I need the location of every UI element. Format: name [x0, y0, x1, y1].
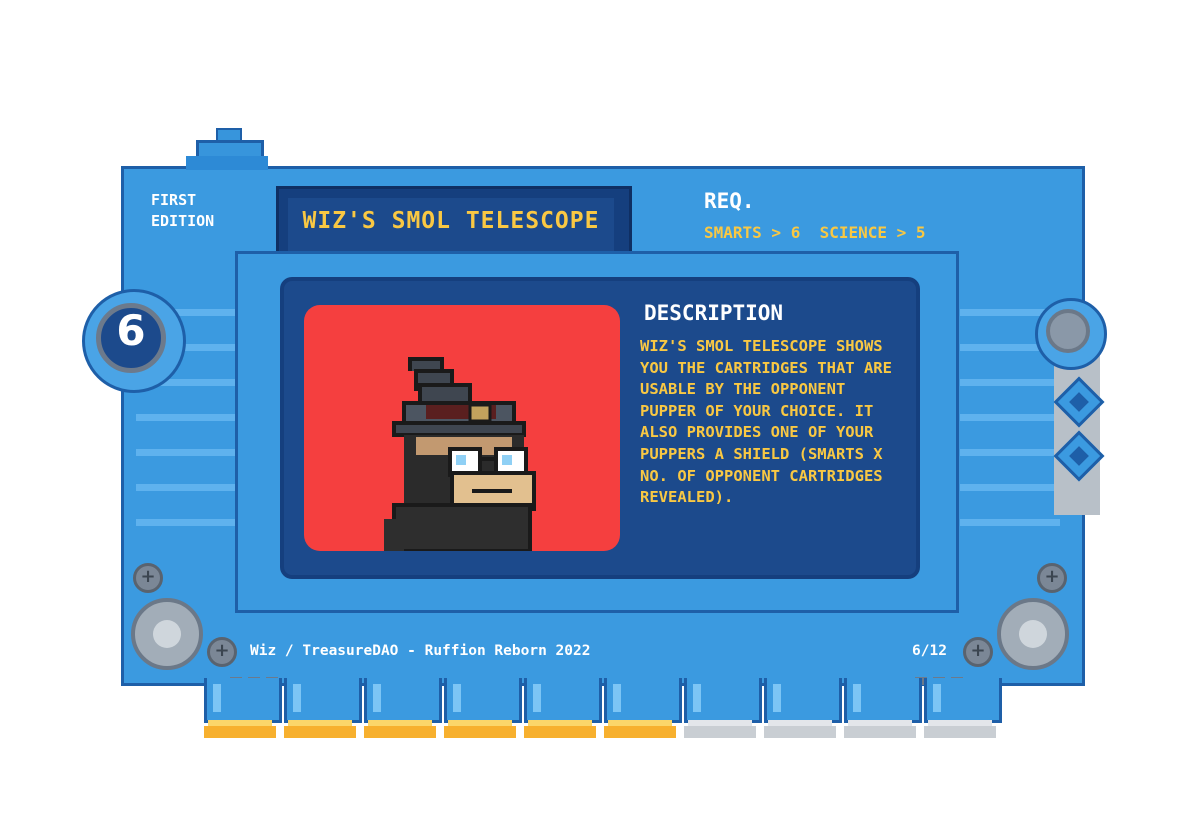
- screw-icon: +: [963, 637, 993, 667]
- requirements-heading: REQ.: [704, 189, 755, 213]
- cartridge-slot: [284, 678, 362, 723]
- side-vent-right: [960, 379, 1060, 386]
- wizard-monkey-icon: [384, 357, 536, 551]
- charge-pip-filled: [284, 720, 356, 738]
- side-vent-left: [136, 414, 236, 421]
- description-text: WIZ'S SMOL TELESCOPE SHOWS YOU THE CARTR…: [640, 337, 892, 507]
- side-vent-left: [136, 519, 236, 526]
- charge-pip-empty: [924, 720, 996, 738]
- charge-pip-filled: [364, 720, 436, 738]
- charge-pip-filled: [444, 720, 516, 738]
- card-number: 6/12: [912, 643, 947, 659]
- gear-icon: [131, 598, 203, 670]
- side-vent-right: [960, 519, 1060, 526]
- description-heading: DESCRIPTION: [644, 301, 784, 325]
- cartridge-slot: [444, 678, 522, 723]
- side-vent-right: [960, 414, 1060, 421]
- cartridge-slot: [844, 678, 922, 723]
- top-tab-base: [186, 156, 268, 170]
- cartridge-slot: [204, 678, 282, 723]
- footer-credit: Wiz / TreasureDAO - Ruffion Reborn 2022: [250, 643, 591, 659]
- side-vent-right: [960, 484, 1060, 491]
- charge-pip-empty: [764, 720, 836, 738]
- charge-pip-filled: [524, 720, 596, 738]
- gear-icon: [997, 598, 1069, 670]
- wizard-monkey-portrait: [304, 305, 620, 551]
- cartridge-slot: [604, 678, 682, 723]
- charge-pip-empty: [844, 720, 916, 738]
- card-title: WIZ'S SMOL TELESCOPE: [302, 208, 600, 234]
- charge-pip-filled: [604, 720, 676, 738]
- cartridge-slot: [764, 678, 842, 723]
- cartridge-slot: [364, 678, 442, 723]
- screw-icon: +: [133, 563, 163, 593]
- cross-bolt-icon: [1046, 309, 1090, 353]
- side-vent-left: [136, 449, 236, 456]
- cartridge-slot: [684, 678, 762, 723]
- edition-label: FIRST EDITION: [151, 191, 215, 230]
- cartridge-slot: [924, 678, 1002, 723]
- screw-icon: +: [1037, 563, 1067, 593]
- cartridge-slot: [524, 678, 602, 723]
- cost-value: 6: [116, 306, 146, 355]
- charge-pip-empty: [684, 720, 756, 738]
- screw-icon: +: [207, 637, 237, 667]
- side-vent-left: [136, 484, 236, 491]
- requirements-values: SMARTS > 6 SCIENCE > 5: [704, 223, 926, 242]
- side-vent-right: [960, 449, 1060, 456]
- charge-pip-filled: [204, 720, 276, 738]
